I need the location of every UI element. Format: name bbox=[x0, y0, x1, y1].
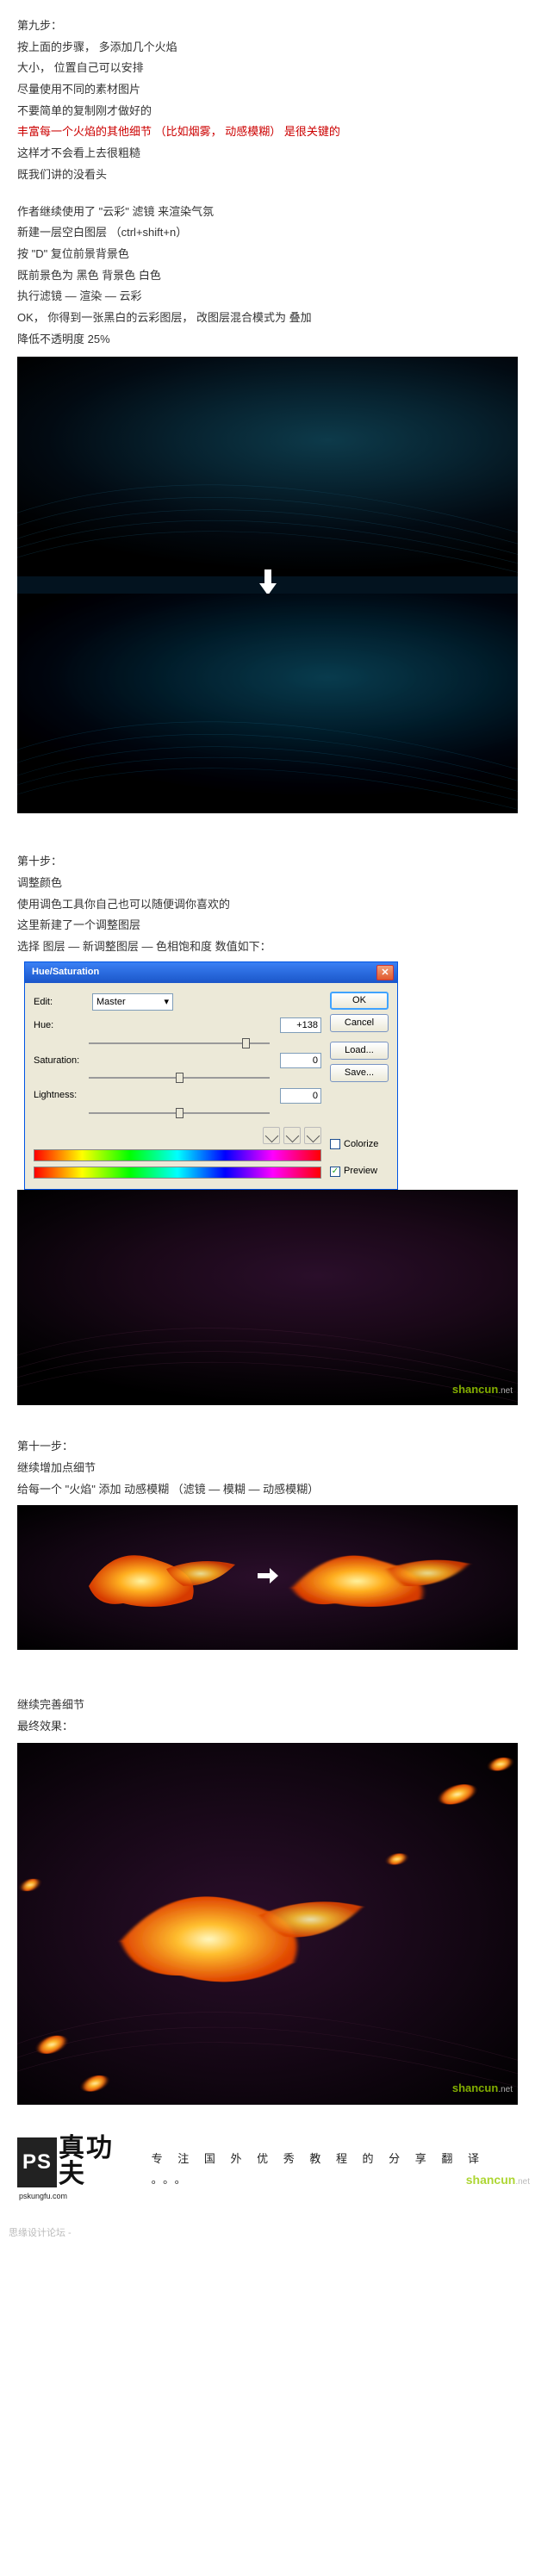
text-line: 作者继续使用了 "云彩" 滤镜 来渲染气氛 bbox=[17, 202, 518, 223]
text-line: 使用调色工具你自己也可以随便调你喜欢的 bbox=[17, 894, 518, 916]
logo-url: pskungfu.com bbox=[19, 2189, 136, 2204]
preview-checkbox[interactable]: ✓ Preview bbox=[330, 1162, 389, 1180]
saturation-input[interactable] bbox=[280, 1053, 321, 1068]
step-10-title: 第十步： bbox=[17, 851, 518, 873]
logo: PS 真功夫 pskungfu.com bbox=[17, 2136, 136, 2204]
step-9-text: 第九步： 按上面的步骤， 多添加几个火焰 大小， 位置自己可以安排 尽量使用不同… bbox=[0, 0, 535, 350]
sub-footer: 思缘设计论坛 - bbox=[0, 2221, 535, 2248]
arrow-right-icon bbox=[258, 1559, 278, 1596]
watermark: shancun.net bbox=[452, 2078, 513, 2100]
dialog-titlebar[interactable]: Hue/Saturation ✕ bbox=[25, 962, 397, 983]
lightness-slider[interactable] bbox=[89, 1106, 270, 1120]
text-line: 给每一个 "火焰" 添加 动感模糊 （滤镜 — 模糊 — 动感模糊） bbox=[17, 1479, 518, 1501]
ok-button[interactable]: OK bbox=[330, 992, 389, 1010]
edit-value: Master bbox=[96, 993, 126, 1011]
step-10-text: 第十步： 调整颜色 使用调色工具你自己也可以随便调你喜欢的 这里新建了一个调整图… bbox=[0, 820, 535, 957]
figure-step10-result: shancun.net bbox=[17, 1190, 518, 1405]
text-line: 最终效果： bbox=[17, 1716, 518, 1738]
saturation-label: Saturation: bbox=[34, 1052, 89, 1070]
hue-strip-bottom bbox=[34, 1167, 321, 1179]
colorize-label: Colorize bbox=[344, 1136, 378, 1154]
eyedropper-plus-icon[interactable] bbox=[283, 1127, 301, 1144]
cancel-button[interactable]: Cancel bbox=[330, 1014, 389, 1032]
text-line: 这样才不会看上去很粗糙 bbox=[17, 143, 518, 165]
preview-label: Preview bbox=[344, 1162, 377, 1180]
text-line: 尽量使用不同的素材图片 bbox=[17, 79, 518, 101]
page-footer: PS 真功夫 pskungfu.com 专 注 国 外 优 秀 教 程 的 分 … bbox=[0, 2110, 535, 2221]
text-line: 继续完善细节 bbox=[17, 1695, 518, 1716]
wave-lines-decoration bbox=[17, 594, 518, 813]
colorize-checkbox[interactable]: Colorize bbox=[330, 1136, 389, 1154]
step-9-title: 第九步： bbox=[17, 16, 518, 37]
text-line: 大小， 位置自己可以安排 bbox=[17, 58, 518, 79]
hue-input[interactable] bbox=[280, 1017, 321, 1033]
text-line: 不要简单的复制刚才做好的 bbox=[17, 101, 518, 122]
text-line: 执行滤镜 — 渲染 — 云彩 bbox=[17, 286, 518, 308]
flame-before bbox=[63, 1526, 252, 1629]
text-line: 选择 图层 — 新调整图层 — 色相饱和度 数值如下： bbox=[17, 936, 518, 958]
dialog-title: Hue/Saturation bbox=[32, 963, 99, 981]
lightness-input[interactable] bbox=[280, 1088, 321, 1104]
figure-final-result: shancun.net bbox=[17, 1743, 518, 2105]
text-line: 新建一层空白图层 （ctrl+shift+n） bbox=[17, 222, 518, 244]
text-line: 降低不透明度 25% bbox=[17, 329, 518, 351]
eyedropper-group bbox=[34, 1127, 321, 1144]
save-button[interactable]: Save... bbox=[330, 1064, 389, 1082]
checkbox-icon: ✓ bbox=[330, 1167, 340, 1177]
logo-ps: PS bbox=[17, 2137, 57, 2187]
watermark: shancun.net bbox=[452, 1379, 513, 1401]
text-line: 既前景色为 黑色 背景色 白色 bbox=[17, 265, 518, 287]
chevron-down-icon: ▾ bbox=[164, 993, 169, 1011]
text-line: 既我们讲的没看头 bbox=[17, 165, 518, 186]
text-line: 这里新建了一个调整图层 bbox=[17, 915, 518, 936]
lightness-label: Lightness: bbox=[34, 1086, 89, 1104]
hue-slider[interactable] bbox=[89, 1036, 270, 1050]
hue-strip-top bbox=[34, 1149, 321, 1161]
figure-step9-clouds bbox=[17, 357, 518, 813]
watermark: shancun.net bbox=[466, 2168, 530, 2192]
wave-lines-decoration bbox=[17, 1190, 518, 1405]
footer-tagline: 专 注 国 外 优 秀 教 程 的 分 享 翻 译 。。。 bbox=[152, 2149, 518, 2191]
figure-motion-blur bbox=[17, 1505, 518, 1650]
final-artwork bbox=[17, 1743, 518, 2105]
eyedropper-icon[interactable] bbox=[263, 1127, 280, 1144]
text-line: 按上面的步骤， 多添加几个火焰 bbox=[17, 37, 518, 59]
hue-label: Hue: bbox=[34, 1017, 89, 1035]
text-line: 调整颜色 bbox=[17, 873, 518, 894]
step-11-title: 第十一步： bbox=[17, 1436, 518, 1458]
edit-dropdown[interactable]: Master ▾ bbox=[92, 993, 173, 1011]
logo-text: 真功夫 bbox=[59, 2136, 136, 2187]
close-icon[interactable]: ✕ bbox=[376, 965, 394, 980]
final-text: 继续完善细节 最终效果： bbox=[0, 1655, 535, 1737]
flame-after bbox=[283, 1526, 473, 1629]
saturation-slider[interactable] bbox=[89, 1071, 270, 1085]
wave-lines-decoration bbox=[17, 357, 518, 576]
text-line: 继续增加点细节 bbox=[17, 1458, 518, 1479]
load-button[interactable]: Load... bbox=[330, 1042, 389, 1060]
edit-label: Edit: bbox=[34, 993, 89, 1011]
text-line: OK， 你得到一张黑白的云彩图层， 改图层混合模式为 叠加 bbox=[17, 308, 518, 329]
step-11-text: 第十一步： 继续增加点细节 给每一个 "火焰" 添加 动感模糊 （滤镜 — 模糊… bbox=[0, 1405, 535, 1500]
checkbox-icon bbox=[330, 1139, 340, 1149]
eyedropper-minus-icon[interactable] bbox=[304, 1127, 321, 1144]
text-line: 按 "D" 复位前景背景色 bbox=[17, 244, 518, 265]
hue-saturation-dialog: Hue/Saturation ✕ Edit: Master ▾ Hue: Sat… bbox=[24, 961, 398, 1191]
text-line-emphasis: 丰富每一个火焰的其他细节 （比如烟雾， 动感模糊） 是很关键的 bbox=[17, 121, 518, 143]
